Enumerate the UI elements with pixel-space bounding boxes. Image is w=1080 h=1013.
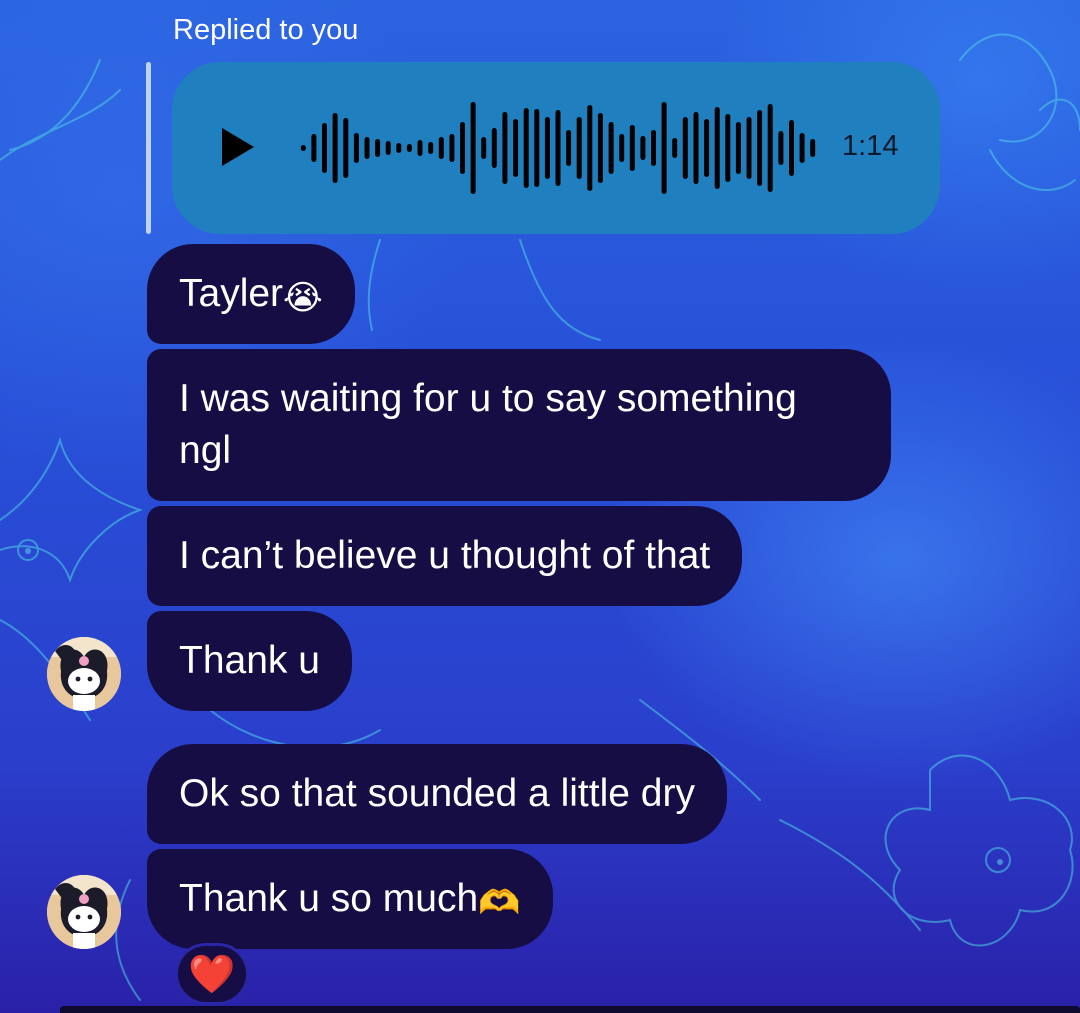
waveform-bar [778,131,784,165]
waveform-bar [661,102,667,194]
waveform-bar [576,117,582,179]
audio-waveform[interactable] [298,96,818,200]
waveform-bar [364,137,370,159]
waveform-bar [810,139,816,157]
waveform-bar [513,119,519,177]
waveform-bar [322,123,327,173]
waveform-bar [682,117,688,179]
waveform-bar [735,122,741,174]
waveform-bar [311,134,317,162]
waveform-bar [428,142,434,154]
message-bubble[interactable]: Tayler😭 [147,244,355,344]
waveform-bar [799,133,805,163]
message-bubble[interactable]: I can’t believe u thought of that [147,506,743,606]
waveform-bar [587,105,593,191]
heart-hands-emoji-icon: 🫶 [478,884,521,922]
waveform-bar [375,139,381,157]
waveform-bar [789,120,794,176]
waveform-bar [470,102,476,194]
waveform-bar [725,114,731,182]
message-text: Ok so that sounded a little dry [179,772,695,815]
message-text: I can’t believe u thought of that [179,534,711,577]
waveform-bar [651,130,656,166]
heart-emoji-icon: ❤️ [188,954,236,996]
waveform-bar [640,136,646,160]
waveform-bar [406,144,412,152]
waveform-bar [714,107,720,189]
message-text: Tayler [179,272,284,315]
waveform-bar [704,119,710,177]
message-bubble[interactable]: I was waiting for u to say something ngl [147,349,891,501]
waveform-bar [555,110,561,186]
waveform-bar [343,118,349,178]
reply-indicator-bar [146,62,151,234]
replied-to-you-label: Replied to you [173,14,359,46]
waveform-bar [534,109,540,187]
waveform-bar [746,117,752,179]
waveform-bar [460,122,465,174]
waveform-bar [417,140,423,156]
waveform-bar [491,128,497,168]
waveform-bar [693,112,699,184]
waveform-bar [481,137,487,159]
message-bubble[interactable]: Thank u [147,611,352,711]
waveform-bar [767,104,773,192]
avatar[interactable] [47,875,121,949]
waveform-bar [449,134,455,162]
message-text: Thank u so much [179,877,479,920]
waveform-bar [332,113,338,183]
crying-emoji-icon: 😭 [283,279,323,317]
message-text: Thank u [179,639,320,682]
heart-reaction[interactable]: ❤️ [175,943,249,1005]
waveform-bar [608,122,614,174]
waveform-bar [396,143,402,153]
waveform-bar [300,145,306,151]
play-icon[interactable] [220,126,256,168]
waveform-bar [544,117,550,179]
avatar[interactable] [47,637,121,711]
message-bubble[interactable]: Thank u so much🫶 [147,849,553,949]
waveform-bar [385,141,391,155]
waveform-bar [619,134,625,162]
waveform-bar [597,113,603,183]
waveform-bar [566,130,572,166]
waveform-bar [672,138,678,158]
voice-message-bubble[interactable]: 1:14 [172,62,940,234]
message-text: I was waiting for u to say something ngl [179,377,797,472]
composer-edge [60,1006,1080,1013]
waveform-bar [523,108,529,188]
waveform-bar [438,137,444,159]
waveform-bar [502,112,508,184]
message-bubble[interactable]: Ok so that sounded a little dry [147,744,727,844]
waveform-bar [353,133,359,163]
kuromi-avatar-icon [47,637,121,711]
waveform-bar [757,110,763,186]
waveform-bar [629,125,635,171]
voice-duration: 1:14 [842,130,899,162]
kuromi-avatar-icon [47,875,121,949]
